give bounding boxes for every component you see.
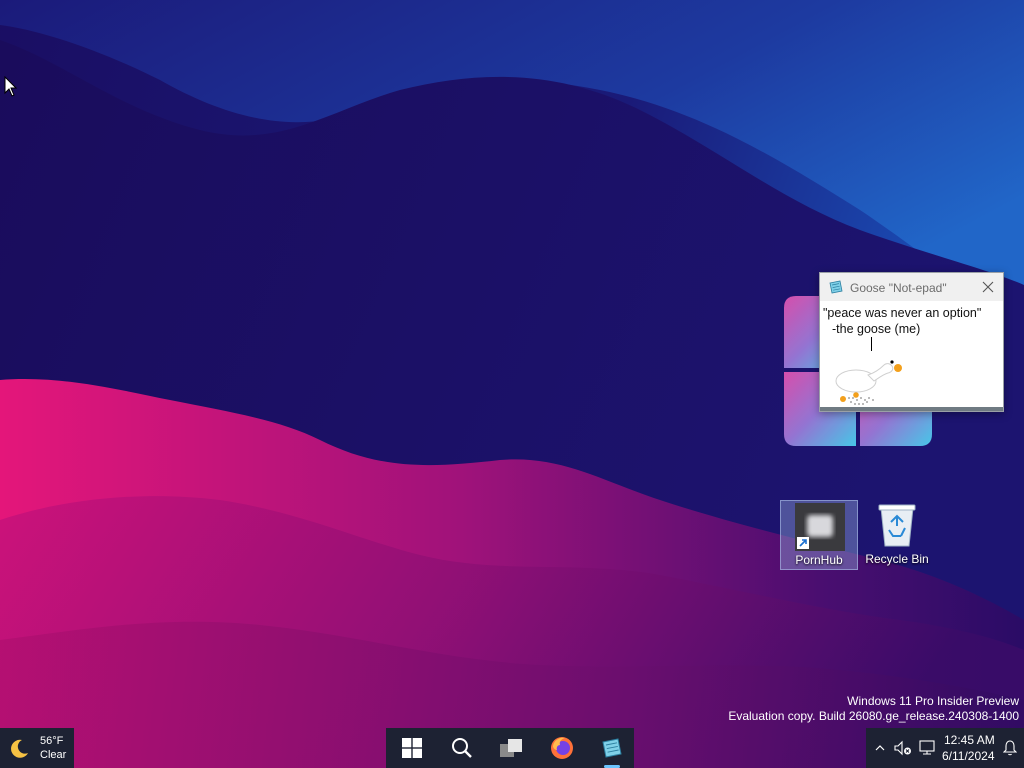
notifications-button[interactable] bbox=[1000, 728, 1020, 768]
recycle-bin-icon bbox=[878, 504, 916, 547]
notepad-title: Goose "Not-epad" bbox=[850, 281, 947, 295]
taskbar-apps bbox=[386, 728, 634, 768]
notepad-titlebar[interactable]: Goose "Not-epad" bbox=[820, 273, 1003, 301]
start-icon bbox=[402, 738, 422, 758]
system-tray: 12:45 AM 6/11/2024 bbox=[866, 728, 1024, 768]
watermark-line-2: Evaluation copy. Build 26080.ge_release.… bbox=[728, 709, 1019, 723]
clock-time: 12:45 AM bbox=[944, 733, 995, 747]
goose-notepad-window[interactable]: Goose "Not-epad" "peace was never an opt… bbox=[819, 272, 1004, 412]
bell-icon bbox=[1003, 740, 1017, 756]
show-hidden-icons-button[interactable] bbox=[870, 728, 890, 768]
close-button[interactable] bbox=[975, 275, 1001, 299]
desktop-icon-pornhub[interactable]: PornHub bbox=[780, 500, 858, 570]
notepad-text-area[interactable]: "peace was never an option" -the goose (… bbox=[820, 301, 1003, 407]
muted-speaker-icon bbox=[894, 740, 911, 756]
weather-widget[interactable]: 56°F Clear bbox=[0, 728, 74, 768]
notepad-line-1: "peace was never an option" bbox=[823, 306, 982, 320]
desktop-icon-label: Recycle Bin bbox=[865, 552, 929, 566]
goose-icon bbox=[835, 360, 902, 405]
firefox-icon bbox=[551, 737, 573, 759]
desktop[interactable]: Goose "Not-epad" "peace was never an opt… bbox=[0, 0, 1024, 768]
mouse-cursor bbox=[4, 76, 18, 97]
chevron-up-icon bbox=[875, 745, 885, 751]
close-icon bbox=[982, 281, 994, 293]
blurred-shortcut-icon bbox=[795, 503, 845, 551]
network-icon bbox=[919, 740, 935, 755]
notepad-line-2: -the goose (me) bbox=[832, 322, 921, 336]
task-view-icon bbox=[500, 739, 522, 757]
notepad-bottom-border bbox=[820, 407, 1003, 411]
weather-temperature: 56°F bbox=[40, 735, 64, 747]
search-button[interactable] bbox=[442, 728, 482, 768]
notepad-app-icon bbox=[829, 280, 843, 294]
notepad-app-icon bbox=[602, 738, 622, 758]
weather-condition: Clear bbox=[40, 749, 67, 761]
task-view-button[interactable] bbox=[492, 728, 532, 768]
desktop-icon-recycle-bin[interactable]: Recycle Bin bbox=[858, 500, 936, 570]
evaluation-watermark: Windows 11 Pro Insider Preview Evaluatio… bbox=[728, 694, 1019, 724]
firefox-button[interactable] bbox=[542, 728, 582, 768]
search-icon bbox=[452, 738, 472, 758]
notepad-taskbar-button[interactable] bbox=[592, 728, 632, 768]
watermark-line-1: Windows 11 Pro Insider Preview bbox=[847, 694, 1019, 708]
desktop-icon-label: PornHub bbox=[795, 553, 843, 567]
volume-button[interactable] bbox=[892, 728, 914, 768]
text-caret bbox=[871, 337, 872, 351]
clock-date: 6/11/2024 bbox=[942, 749, 995, 763]
moon-icon bbox=[11, 739, 28, 758]
network-button[interactable] bbox=[916, 728, 938, 768]
start-button[interactable] bbox=[392, 728, 432, 768]
